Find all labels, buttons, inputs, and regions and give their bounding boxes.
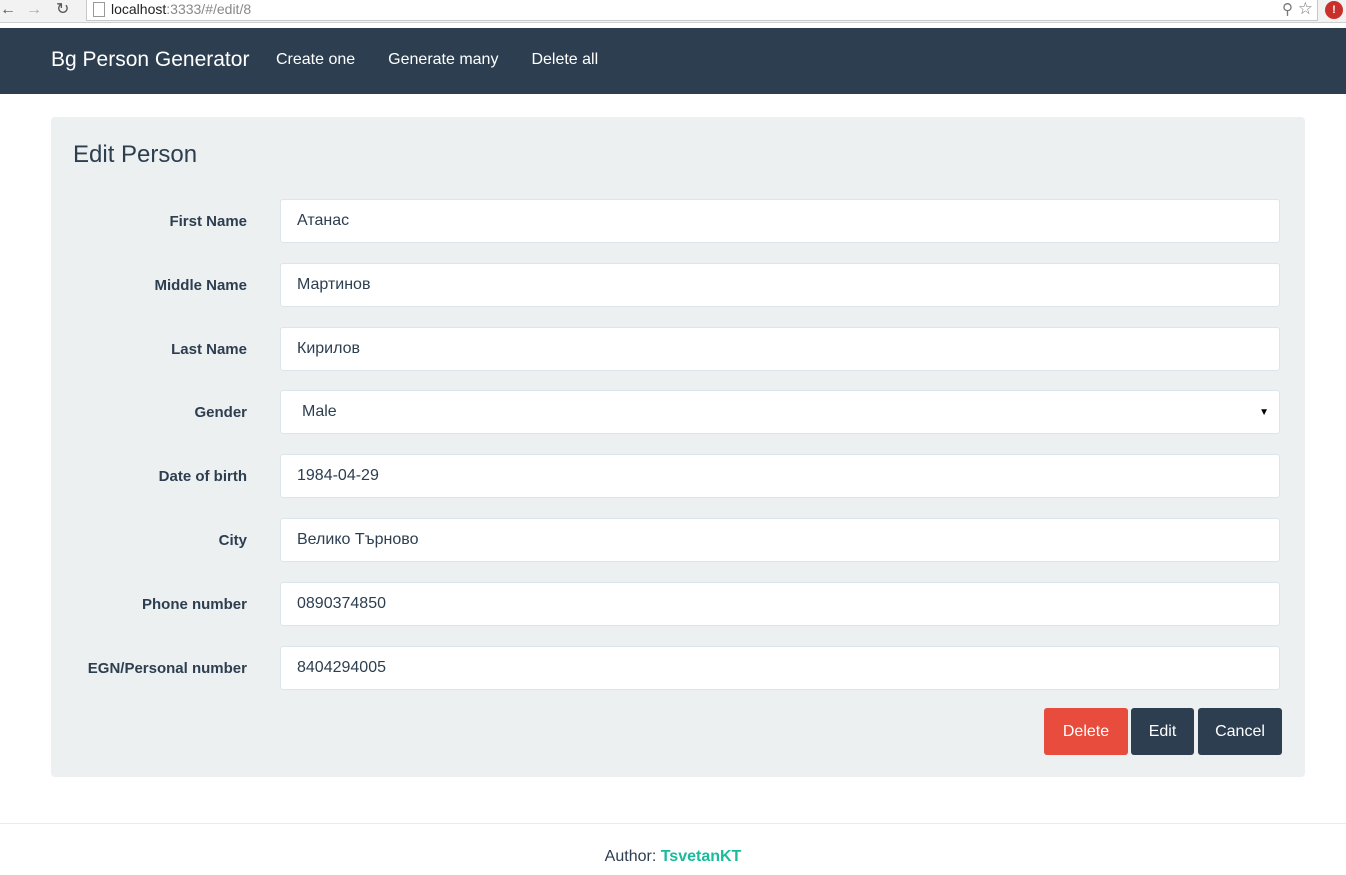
egn-label: EGN/Personal number xyxy=(87,660,247,677)
url-host: localhost xyxy=(111,1,167,17)
zoom-icon[interactable]: ⚲ xyxy=(1282,0,1293,19)
first-name-input[interactable]: Атанас xyxy=(280,199,1280,243)
url-text: localhost:3333/#/edit/8 xyxy=(111,0,251,19)
last-name-input[interactable]: Кирилов xyxy=(280,327,1280,371)
delete-button[interactable]: Delete xyxy=(1044,708,1128,755)
last-name-label: Last Name xyxy=(171,341,247,358)
form-row-date-of-birth: Date of birth 1984-04-29 xyxy=(51,454,1305,500)
dropdown-caret-icon: ▼ xyxy=(1259,407,1269,418)
form-row-first-name: First Name Атанас xyxy=(51,199,1305,245)
author-link[interactable]: TsvetanKT xyxy=(661,848,742,865)
footer: Author: TsvetanKT xyxy=(0,848,1346,866)
phone-number-label: Phone number xyxy=(141,596,247,613)
nav-create-one[interactable]: Create one xyxy=(276,28,355,92)
navbar-brand[interactable]: Bg Person Generator xyxy=(51,28,249,92)
reload-icon[interactable]: ↻ xyxy=(56,1,69,19)
first-name-label: First Name xyxy=(169,213,247,230)
nav-links: Create one Generate many Delete all xyxy=(276,28,631,92)
gender-selected-value: Male xyxy=(302,403,337,420)
date-of-birth-label: Date of birth xyxy=(158,468,247,485)
extension-icon[interactable]: ! xyxy=(1325,1,1343,19)
browser-toolbar: ← → ↻ localhost:3333/#/edit/8 ⚲ ☆ ! xyxy=(0,0,1346,23)
navbar: Bg Person Generator Create one Generate … xyxy=(0,28,1346,94)
form-actions: Delete Edit Cancel xyxy=(51,708,1305,756)
form-row-phone-number: Phone number 0890374850 xyxy=(51,582,1305,628)
back-arrow-icon[interactable]: ← xyxy=(0,1,16,19)
bookmark-star-icon[interactable]: ☆ xyxy=(1298,0,1313,18)
form-row-city: City Велико Търново xyxy=(51,518,1305,564)
city-input[interactable]: Велико Търново xyxy=(280,518,1280,562)
footer-author-prefix: Author: xyxy=(604,848,661,865)
footer-divider xyxy=(0,823,1346,824)
form-row-gender: Gender Male ▼ xyxy=(51,390,1305,436)
form-row-last-name: Last Name Кирилов xyxy=(51,327,1305,373)
date-of-birth-input[interactable]: 1984-04-29 xyxy=(280,454,1280,498)
phone-number-input[interactable]: 0890374850 xyxy=(280,582,1280,626)
egn-input[interactable]: 8404294005 xyxy=(280,646,1280,690)
url-path: :3333/#/edit/8 xyxy=(166,1,252,17)
edit-person-panel: Edit Person First Name Атанас Middle Nam… xyxy=(51,117,1305,777)
forward-arrow-icon[interactable]: → xyxy=(26,1,42,19)
gender-select[interactable]: Male ▼ xyxy=(280,390,1280,434)
middle-name-label: Middle Name xyxy=(154,277,247,294)
nav-generate-many[interactable]: Generate many xyxy=(388,28,498,92)
edit-button[interactable]: Edit xyxy=(1131,708,1194,755)
nav-delete-all[interactable]: Delete all xyxy=(531,28,598,92)
panel-title: Edit Person xyxy=(73,141,198,168)
gender-label: Gender xyxy=(194,404,247,421)
cancel-button[interactable]: Cancel xyxy=(1198,708,1282,755)
page-icon xyxy=(93,2,105,17)
middle-name-input[interactable]: Мартинов xyxy=(280,263,1280,307)
form-row-egn: EGN/Personal number 8404294005 xyxy=(51,646,1305,692)
city-label: City xyxy=(218,532,247,549)
address-bar[interactable]: localhost:3333/#/edit/8 ⚲ ☆ xyxy=(86,0,1318,21)
form-row-middle-name: Middle Name Мартинов xyxy=(51,263,1305,309)
